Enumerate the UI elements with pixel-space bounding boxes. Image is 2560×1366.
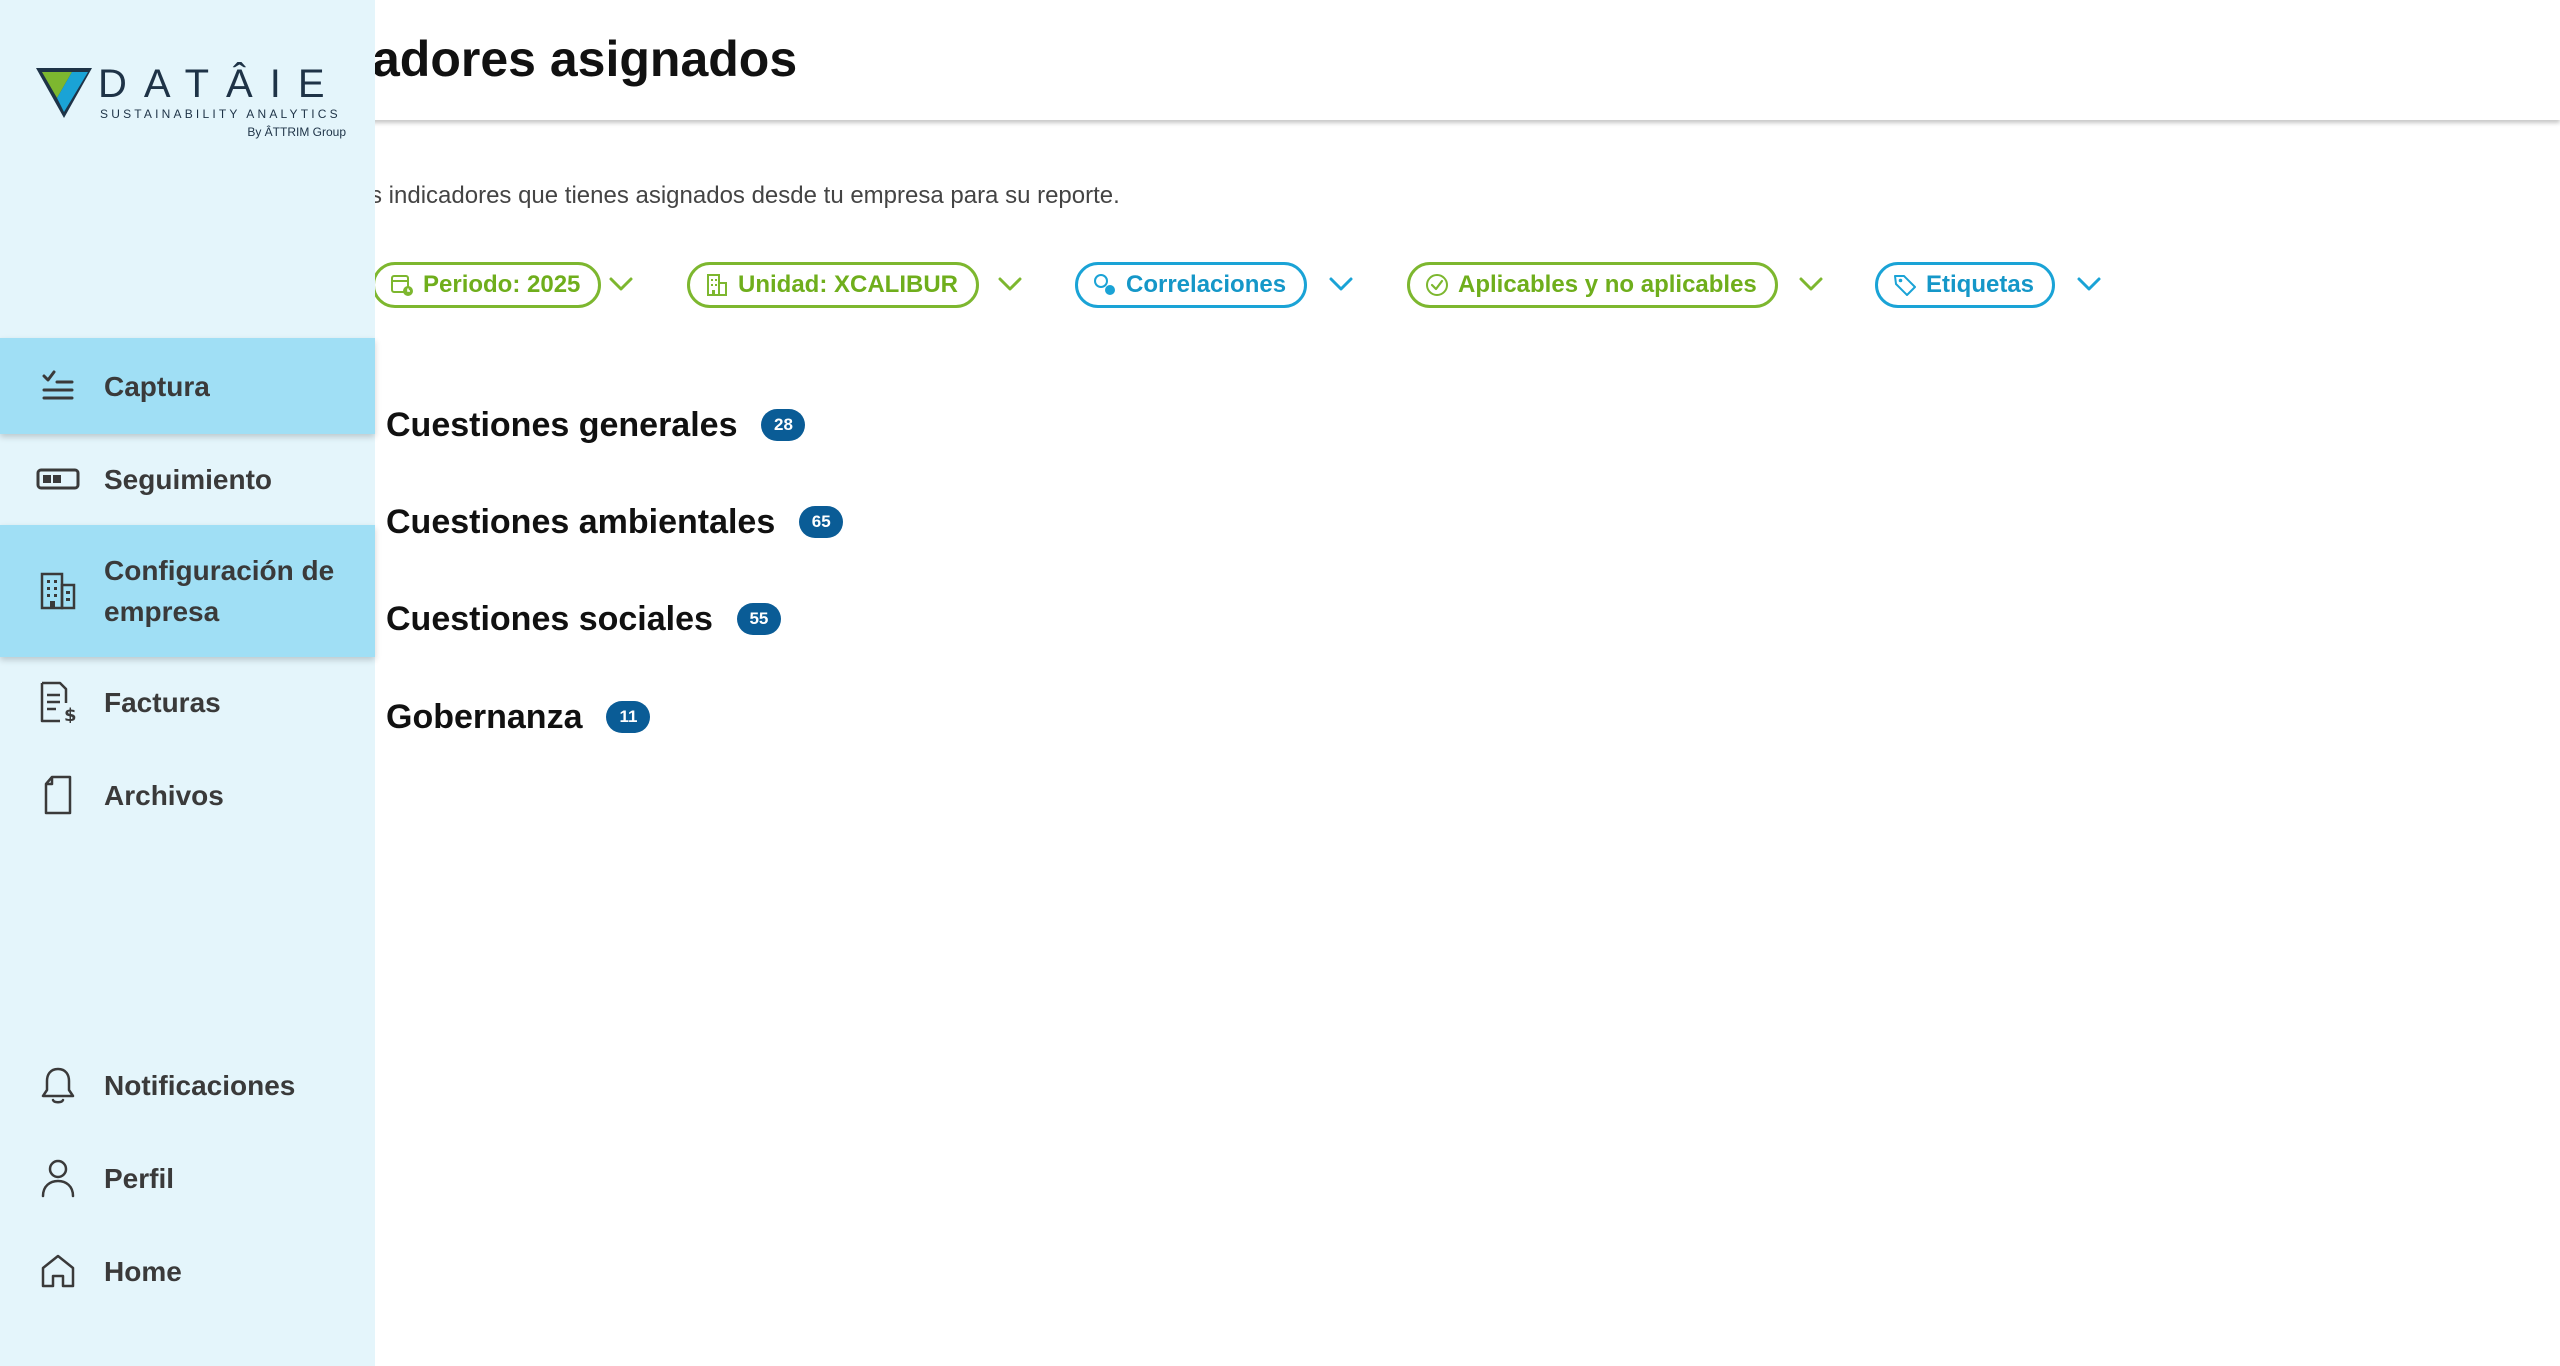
invoice-icon: $: [36, 680, 80, 724]
aplicables-chevron-down-icon[interactable]: [1795, 268, 1827, 300]
sidebar-item-label: Seguimiento: [104, 463, 273, 495]
home-icon: [36, 1249, 80, 1293]
filter-periodo-label: Periodo: 2025: [423, 271, 581, 298]
section-gobernanza[interactable]: Gobernanza 11: [386, 692, 651, 742]
section-title: Cuestiones ambientales: [386, 502, 776, 541]
unidad-chevron-down-icon[interactable]: [994, 268, 1026, 300]
section-title: Cuestiones generales: [386, 405, 738, 444]
filter-unidad-label: Unidad: XCALIBUR: [738, 271, 958, 298]
sidebar-item-label: Captura: [104, 370, 210, 402]
logo-wordmark: DATÂIE: [98, 62, 342, 106]
calendar-clock-icon: [391, 275, 413, 296]
sidebar-item-label: Configuración de empresa: [104, 555, 335, 627]
logo-byline: By ÂTTRIM Group: [247, 125, 346, 139]
sidebar-item-label: Archivos: [104, 779, 224, 811]
logo-triangle-icon: [36, 68, 92, 118]
section-title: Gobernanza: [386, 697, 583, 736]
section-title: Cuestiones sociales: [386, 599, 713, 638]
sidebar: DATÂIE SUSTAINABILITY ANALYTICS By ÂTTRI…: [0, 0, 375, 1366]
section-cuestiones-generales[interactable]: Cuestiones generales 28: [386, 400, 806, 450]
correlation-icon: [1094, 274, 1115, 295]
page-header: adores asignados: [0, 0, 2560, 120]
sidebar-item-label: Perfil: [104, 1162, 175, 1194]
checklist-icon: [36, 364, 80, 408]
filter-aplicables-label: Aplicables y no aplicables: [1458, 271, 1757, 298]
sidebar-item-home[interactable]: Home: [0, 1248, 375, 1294]
sidebar-item-label: Facturas: [104, 686, 221, 718]
main-content: adores asignados s indicadores que tiene…: [0, 0, 2560, 1366]
filter-periodo-chip[interactable]: Periodo: 2025: [372, 262, 602, 308]
sidebar-item-archivos[interactable]: Archivos: [0, 772, 375, 818]
filter-correlaciones-chip[interactable]: Correlaciones: [1075, 262, 1308, 308]
sidebar-item-captura[interactable]: Captura: [0, 338, 375, 434]
file-icon: [36, 773, 80, 817]
sidebar-item-configuracion-empresa[interactable]: Configuración de empresa: [0, 525, 375, 657]
section-cuestiones-sociales[interactable]: Cuestiones sociales 55: [386, 594, 781, 644]
page-description: s indicadores que tienes asignados desde…: [370, 182, 1120, 209]
check-circle-icon: [1426, 274, 1448, 296]
sidebar-item-notificaciones[interactable]: Notificaciones: [0, 1062, 375, 1108]
filter-etiquetas-label: Etiquetas: [1926, 271, 2035, 298]
sidebar-item-perfil[interactable]: Perfil: [0, 1155, 375, 1201]
progress-bar-icon: [36, 457, 80, 501]
user-icon: [36, 1156, 80, 1200]
etiquetas-chevron-down-icon[interactable]: [2073, 268, 2105, 300]
filter-etiquetas-chip[interactable]: Etiquetas: [1875, 262, 2056, 308]
sidebar-item-facturas[interactable]: $ Facturas: [0, 679, 375, 725]
page-title: adores asignados: [372, 31, 798, 87]
building-icon: [36, 569, 80, 613]
count-badge: 65: [799, 506, 844, 538]
sidebar-item-label: Notificaciones: [104, 1069, 296, 1101]
correlaciones-chevron-down-icon[interactable]: [1325, 268, 1357, 300]
filter-correlaciones-label: Correlaciones: [1126, 271, 1287, 298]
logo-subtitle: SUSTAINABILITY ANALYTICS: [100, 107, 341, 121]
tag-icon: [1894, 275, 1916, 296]
count-badge: 11: [606, 701, 651, 733]
filter-aplicables-chip[interactable]: Aplicables y no aplicables: [1407, 262, 1778, 308]
periodo-chevron-down-icon[interactable]: [605, 268, 637, 300]
filter-bar: Periodo: 2025 Unidad: XCALIBUR Correlaci…: [0, 262, 2560, 314]
building-icon: [707, 274, 727, 296]
count-badge: 55: [736, 603, 781, 635]
count-badge: 28: [761, 409, 806, 441]
filter-unidad-chip[interactable]: Unidad: XCALIBUR: [687, 262, 979, 308]
section-cuestiones-ambientales[interactable]: Cuestiones ambientales 65: [386, 497, 844, 547]
sidebar-item-label: Home: [104, 1255, 182, 1287]
datai-logo[interactable]: DATÂIE SUSTAINABILITY ANALYTICS By ÂTTRI…: [36, 60, 346, 150]
svg-text:$: $: [64, 705, 77, 723]
bell-icon: [36, 1063, 80, 1107]
sidebar-item-seguimiento[interactable]: Seguimiento: [0, 456, 375, 502]
